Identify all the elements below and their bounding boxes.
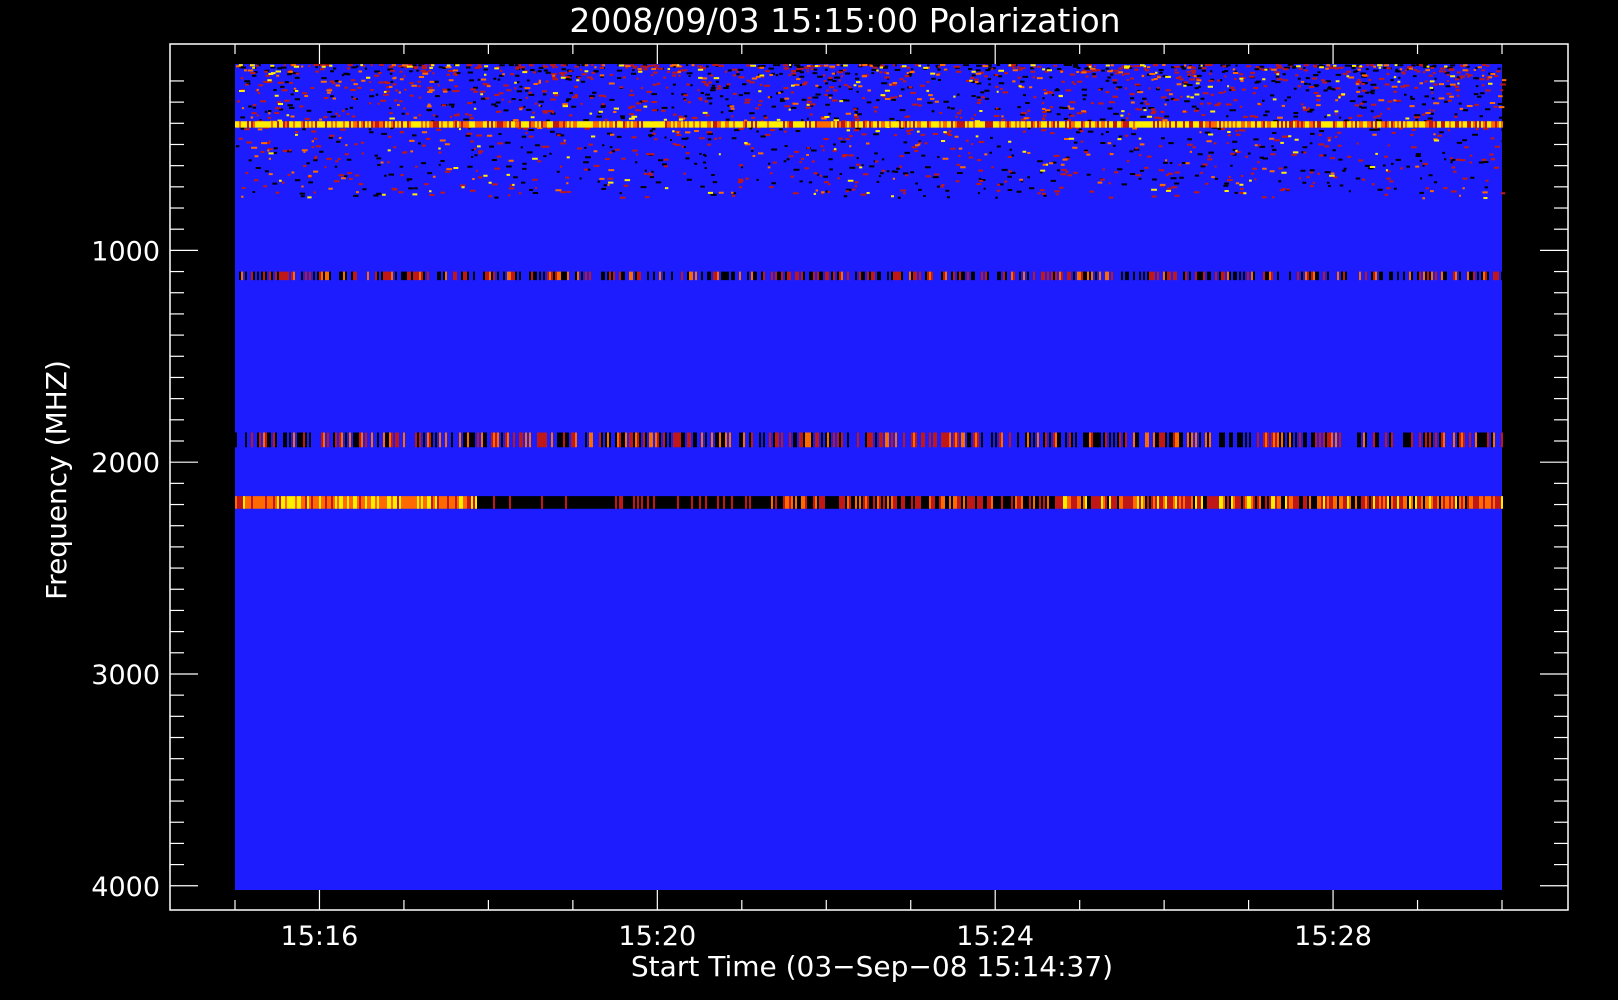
x-tick-label: 15:16 (281, 921, 359, 952)
spectrogram-image (235, 64, 1507, 890)
image-background (235, 64, 1502, 890)
band-1120 (239, 271, 1503, 281)
y-tick-label: 1000 (91, 236, 160, 267)
band-2180 (235, 496, 1503, 509)
y-tick-label: 2000 (91, 448, 160, 479)
band-400 (235, 121, 1503, 128)
spectrogram-chart: 2008/09/03 15:15:00 Polarization 15:16 15… (0, 0, 1618, 1000)
x-axis-label: Start Time (03−Sep−08 15:14:37) (631, 950, 1113, 983)
chart-title: 2008/09/03 15:15:00 Polarization (569, 1, 1120, 40)
x-tick-label: 15:20 (618, 921, 696, 952)
y-tick-label: 4000 (91, 872, 160, 903)
x-tick-label: 15:28 (1294, 921, 1372, 952)
x-tick-label: 15:24 (956, 921, 1034, 952)
y-tick-label: 3000 (91, 660, 160, 691)
y-axis-label: Frequency (MHZ) (40, 360, 73, 600)
